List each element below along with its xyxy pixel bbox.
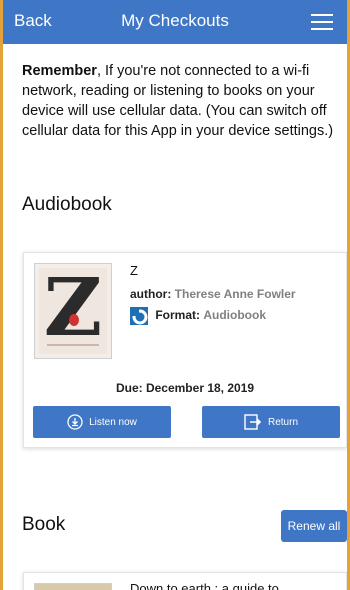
book-cover[interactable] — [34, 583, 112, 590]
listen-now-button[interactable]: Listen now — [33, 406, 171, 438]
checkout-card-audiobook: Z Z author: Therese Anne Fowler Format: … — [23, 252, 347, 448]
cellular-data-notice: Remember, If you're not connected to a w… — [22, 61, 344, 141]
navbar: Back My Checkouts — [3, 0, 347, 44]
due-date: Due: December 18, 2019 — [115, 381, 255, 395]
return-button[interactable]: Return — [202, 406, 340, 438]
notice-bold: Remember — [22, 63, 97, 79]
book-title[interactable]: Down to earth : a guide to — [130, 581, 279, 590]
app-frame: Back My Checkouts Remember, If you're no… — [0, 0, 350, 590]
format-value: Audiobook — [203, 308, 267, 323]
book-title[interactable]: Z — [130, 263, 138, 278]
hamburger-menu-icon[interactable] — [311, 14, 333, 30]
format-line: Format: Audiobook — [130, 307, 266, 325]
overdrive-format-icon — [130, 307, 148, 325]
book-cover[interactable]: Z — [34, 263, 112, 359]
section-title-audiobook: Audiobook — [22, 194, 112, 215]
renew-all-button[interactable]: Renew all — [281, 510, 347, 542]
cover-art: Z — [43, 268, 103, 354]
checkout-card-book: Down to earth : a guide to — [23, 572, 347, 590]
page-title: My Checkouts — [121, 11, 229, 30]
download-icon — [67, 414, 83, 430]
return-icon — [244, 414, 262, 430]
listen-now-label: Listen now — [89, 416, 137, 428]
author-name: Therese Anne Fowler — [174, 287, 296, 301]
return-label: Return — [267, 416, 298, 428]
section-title-book: Book — [22, 514, 66, 535]
author-label: author: — [130, 287, 172, 301]
format-label: Format: — [155, 308, 201, 323]
author-line: author: Therese Anne Fowler — [130, 287, 296, 301]
